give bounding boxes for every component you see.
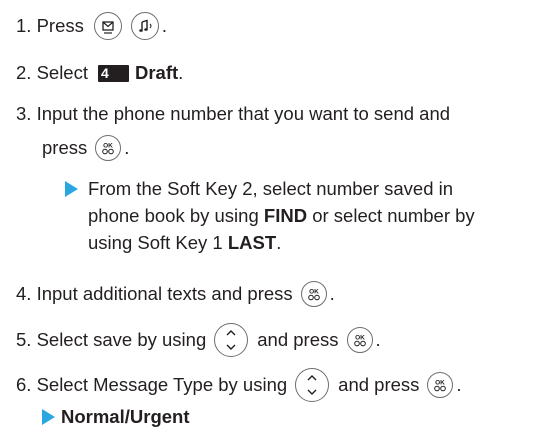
bullet-line-1: From the Soft Key 2, select number saved… xyxy=(88,178,454,199)
step-6-bullet: Normal/Urgent xyxy=(42,404,190,430)
last-label: LAST xyxy=(227,232,277,253)
step-5-text: 5. Select save by using xyxy=(16,329,207,350)
svg-text:OK: OK xyxy=(436,380,446,387)
up-down-navigation-key-icon xyxy=(214,323,249,357)
step-4-text: 4. Input additional texts and press xyxy=(16,283,293,304)
step-4-end: . xyxy=(329,283,335,304)
step-5-end: . xyxy=(375,329,381,350)
bullet-line-2: phone book by using FIND or select numbe… xyxy=(88,203,475,229)
bullet-line-3-end: . xyxy=(276,232,282,253)
step-6: 6. Select Message Type by using and pres… xyxy=(16,368,462,402)
music-note-key-icon xyxy=(130,12,159,40)
step-1: 1. Press . xyxy=(16,12,167,40)
up-down-navigation-key-icon xyxy=(295,368,330,402)
manual-page: 1. Press . 2. Select 4 Draft . 3. Input … xyxy=(0,0,539,434)
ok-key-icon: OK xyxy=(346,327,373,353)
ok-key-icon: OK xyxy=(95,135,122,161)
step-3-text: 3. Input the phone number that you want … xyxy=(16,103,451,124)
bullet-arrow-icon xyxy=(42,409,55,425)
message-type-options: Normal/Urgent xyxy=(61,406,190,427)
step-3-line-2: press OK . xyxy=(42,135,129,161)
step-3-end: . xyxy=(124,137,130,158)
step-4: 4. Input additional texts and press OK . xyxy=(16,281,335,307)
step-3-press: press xyxy=(42,137,88,158)
step-1-text: 1. Press xyxy=(16,15,84,36)
step-6-end: . xyxy=(456,374,462,395)
step-6-text: 6. Select Message Type by using xyxy=(16,374,288,395)
bullet-line-2-pre: phone book by using xyxy=(88,205,259,226)
step-6-mid: and press xyxy=(338,374,420,395)
menu-number-badge: 4 xyxy=(98,64,129,82)
ok-key-icon: OK xyxy=(300,281,327,307)
bullet-line-3: using Soft Key 1 LAST. xyxy=(88,230,281,256)
step-5: 5. Select save by using and press OK . xyxy=(16,323,381,357)
step-2-text: 2. Select xyxy=(16,62,88,83)
ok-key-icon: OK xyxy=(427,372,454,398)
step-2-end: . xyxy=(178,62,184,83)
envelope-key-icon xyxy=(93,12,122,40)
draft-label: Draft xyxy=(135,62,179,83)
svg-text:OK: OK xyxy=(355,335,365,342)
step-2: 2. Select 4 Draft . xyxy=(16,60,183,86)
svg-text:OK: OK xyxy=(309,289,319,296)
step-3-line-1: 3. Input the phone number that you want … xyxy=(16,101,450,127)
bullet-line-3-pre: using Soft Key 1 xyxy=(88,232,223,253)
svg-text:OK: OK xyxy=(103,143,113,150)
step-5-mid: and press xyxy=(257,329,339,350)
find-label: FIND xyxy=(263,205,308,226)
bullet-line-2-post: or select number by xyxy=(312,205,475,226)
step-1-end: . xyxy=(161,15,167,36)
bullet-arrow-icon xyxy=(65,181,78,197)
step-3-bullet: From the Soft Key 2, select number saved… xyxy=(65,176,453,202)
